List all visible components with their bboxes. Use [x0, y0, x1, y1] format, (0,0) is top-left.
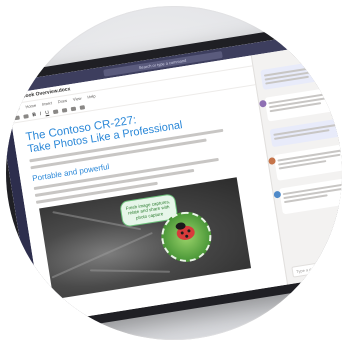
bullets-icon[interactable] [61, 107, 67, 113]
tab-draw[interactable]: Draw [57, 98, 67, 104]
tab-help[interactable]: Help [87, 93, 96, 99]
underline-icon[interactable]: U [45, 109, 50, 115]
ladybug-spot [185, 234, 189, 238]
tab-insert[interactable]: Insert [42, 100, 53, 107]
font-size-icon[interactable] [23, 113, 29, 119]
leaf-vein [90, 269, 171, 273]
tab-view[interactable]: View [73, 96, 82, 102]
numbering-icon[interactable] [70, 106, 76, 111]
bold-icon[interactable]: B [32, 111, 37, 117]
compose-message-input[interactable]: Type a new message [291, 254, 342, 278]
italic-icon[interactable]: I [39, 111, 41, 117]
avatar [273, 190, 282, 199]
avatar [268, 156, 277, 166]
tab-home[interactable]: Home [25, 103, 36, 110]
ladybug-spot [180, 231, 184, 235]
word-document-pane: Notebook Overview.docx File Home Insert … [6, 55, 288, 324]
hero-image: Search or type a command Notebook Overvi… [0, 0, 344, 347]
chat-message [268, 142, 342, 181]
chat-message [273, 176, 342, 215]
circular-backdrop: Search or type a command Notebook Overvi… [6, 6, 342, 340]
present-button[interactable]: Present [315, 46, 337, 57]
tablet-device: Search or type a command Notebook Overvi… [6, 18, 342, 336]
chat-message [258, 85, 342, 122]
highlight-icon[interactable] [52, 108, 59, 114]
styles-icon[interactable] [79, 104, 85, 110]
user-avatar[interactable] [328, 32, 337, 41]
undo-icon[interactable] [14, 114, 20, 120]
tab-file[interactable]: File [13, 105, 20, 111]
chat-message [269, 116, 342, 148]
chat-message [260, 57, 342, 90]
app-screen: Search or type a command Notebook Overvi… [6, 29, 342, 325]
ladybug-spot [187, 229, 191, 233]
avatar [258, 99, 267, 108]
ladybug [175, 224, 196, 242]
